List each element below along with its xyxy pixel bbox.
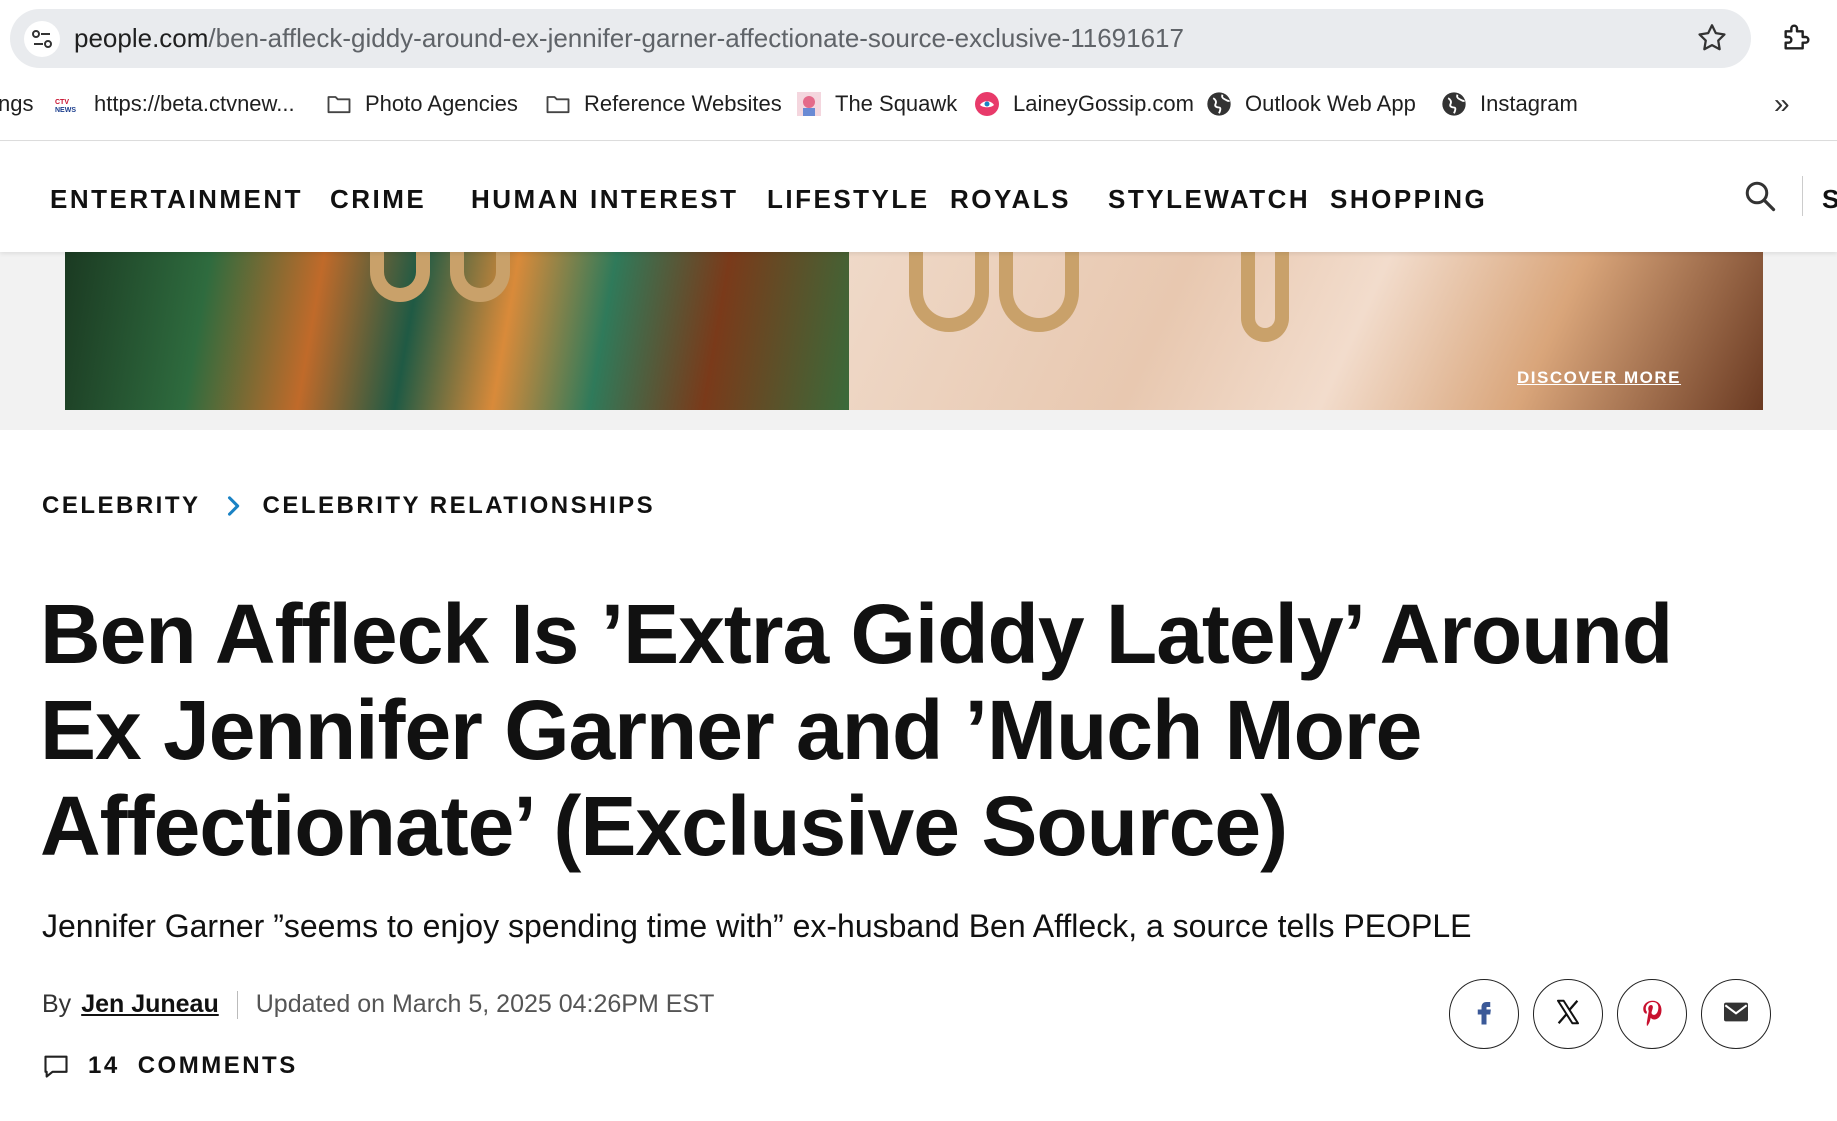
bookmark-label: Reference Websites xyxy=(584,91,782,116)
folder-icon xyxy=(325,90,353,118)
ad-bracelet-shape xyxy=(999,252,1079,332)
svg-text:CTV: CTV xyxy=(55,99,69,106)
pinterest-icon xyxy=(1637,997,1667,1032)
x-icon xyxy=(1553,997,1583,1032)
address-bar[interactable]: people.com/ben-affleck-giddy-around-ex-j… xyxy=(10,9,1751,68)
bookmarks-overflow-button[interactable]: » xyxy=(1774,88,1790,120)
ad-band: DISCOVER MORE xyxy=(0,252,1837,430)
article-headline: Ben Affleck Is ’Extra Giddy Lately’ Arou… xyxy=(40,587,1673,873)
url-path: /ben-affleck-giddy-around-ex-jennifer-ga… xyxy=(208,23,1184,53)
bookmark-label: LaineyGossip.com xyxy=(1013,91,1194,116)
nav-crime[interactable]: CRIME xyxy=(330,184,426,215)
bookmark-ctvnews[interactable]: CTV NEWS https://beta.ctvnew... xyxy=(54,88,295,120)
byline-prefix: By xyxy=(42,990,72,1018)
search-icon[interactable] xyxy=(1742,178,1778,214)
updated-date: Updated on March 5, 2025 04:26PM EST xyxy=(255,990,715,1018)
extensions-icon[interactable] xyxy=(1780,20,1814,54)
url-text[interactable]: people.com/ben-affleck-giddy-around-ex-j… xyxy=(74,23,1184,53)
nav-shopping[interactable]: SHOPPING xyxy=(1330,184,1487,215)
comments-link[interactable]: 14 COMMENTS xyxy=(42,1052,298,1080)
folder-icon xyxy=(544,90,572,118)
globe-icon xyxy=(1440,90,1468,118)
email-icon xyxy=(1720,996,1752,1033)
nav-divider xyxy=(1802,176,1803,216)
chevron-right-icon xyxy=(219,492,247,520)
comments-label: COMMENTS xyxy=(137,1052,298,1079)
bookmark-reference-websites[interactable]: Reference Websites xyxy=(544,88,782,120)
site-settings-icon[interactable] xyxy=(24,21,60,57)
ad-bracelet-shape xyxy=(450,252,510,302)
breadcrumb-celebrity[interactable]: CELEBRITY xyxy=(42,492,201,520)
bookmark-label: ngs xyxy=(0,91,34,116)
bookmark-instagram[interactable]: Instagram xyxy=(1440,88,1578,120)
ad-bracelet-shape xyxy=(370,252,430,302)
bookmark-star-icon[interactable] xyxy=(1695,21,1729,55)
facebook-icon xyxy=(1469,997,1499,1032)
breadcrumb: CELEBRITY CELEBRITY RELATIONSHIPS xyxy=(42,492,655,520)
byline: By Jen Juneau Updated on March 5, 2025 0… xyxy=(42,990,714,1019)
svg-text:NEWS: NEWS xyxy=(55,107,76,114)
breadcrumb-celebrity-relationships[interactable]: CELEBRITY RELATIONSHIPS xyxy=(263,492,656,520)
bookmark-laineygossip[interactable]: LaineyGossip.com xyxy=(973,88,1194,120)
bookmark-outlook-web-app[interactable]: Outlook Web App xyxy=(1205,88,1416,120)
article-dek: Jennifer Garner ”seems to enjoy spending… xyxy=(42,908,1472,944)
bookmarks-bar: ngs CTV NEWS https://beta.ctvnew... Photo… xyxy=(0,84,1837,124)
comments-count: 14 xyxy=(88,1052,120,1079)
nav-clipped-item[interactable]: S xyxy=(1822,184,1837,215)
ad-bracelet-shape xyxy=(909,252,989,332)
bookmark-photo-agencies[interactable]: Photo Agencies xyxy=(325,88,518,120)
globe-icon xyxy=(1205,90,1233,118)
ad-discover-more-link[interactable]: DISCOVER MORE xyxy=(1517,368,1681,388)
bookmark-label: The Squawk xyxy=(835,91,958,116)
comment-icon xyxy=(42,1052,70,1080)
url-host: people.com xyxy=(74,23,209,53)
nav-human-interest[interactable]: HUMAN INTEREST xyxy=(471,184,739,215)
byline-divider xyxy=(236,990,238,1019)
share-facebook-button[interactable] xyxy=(1449,979,1519,1049)
nav-stylewatch[interactable]: STYLEWATCH xyxy=(1108,184,1310,215)
nav-entertainment[interactable]: ENTERTAINMENT xyxy=(50,184,303,215)
ctv-news-icon: CTV NEWS xyxy=(54,90,82,118)
bookmark-label: Instagram xyxy=(1480,91,1578,116)
bookmark-label: Photo Agencies xyxy=(365,91,518,116)
nav-lifestyle[interactable]: LIFESTYLE xyxy=(767,184,930,215)
squawk-icon xyxy=(795,90,823,118)
author-link[interactable]: Jen Juneau xyxy=(81,990,219,1019)
nav-royals[interactable]: ROYALS xyxy=(950,184,1071,215)
ad-bracelet-shape xyxy=(1241,252,1289,342)
share-x-button[interactable] xyxy=(1533,979,1603,1049)
share-email-button[interactable] xyxy=(1701,979,1771,1049)
lainey-icon xyxy=(973,90,1001,118)
browser-chrome: people.com/ben-affleck-giddy-around-ex-j… xyxy=(0,0,1837,141)
bookmark-label: Outlook Web App xyxy=(1245,91,1416,116)
bookmark-the-squawk[interactable]: The Squawk xyxy=(795,88,957,120)
ad-image-left xyxy=(65,252,849,410)
bookmark-label: https://beta.ctvnew... xyxy=(94,91,295,116)
site-navigation: ENTERTAINMENT CRIME HUMAN INTEREST LIFES… xyxy=(0,142,1837,252)
ad-banner[interactable]: DISCOVER MORE xyxy=(65,252,1763,410)
bookmark-clipped[interactable]: ngs xyxy=(0,88,33,120)
share-pinterest-button[interactable] xyxy=(1617,979,1687,1049)
